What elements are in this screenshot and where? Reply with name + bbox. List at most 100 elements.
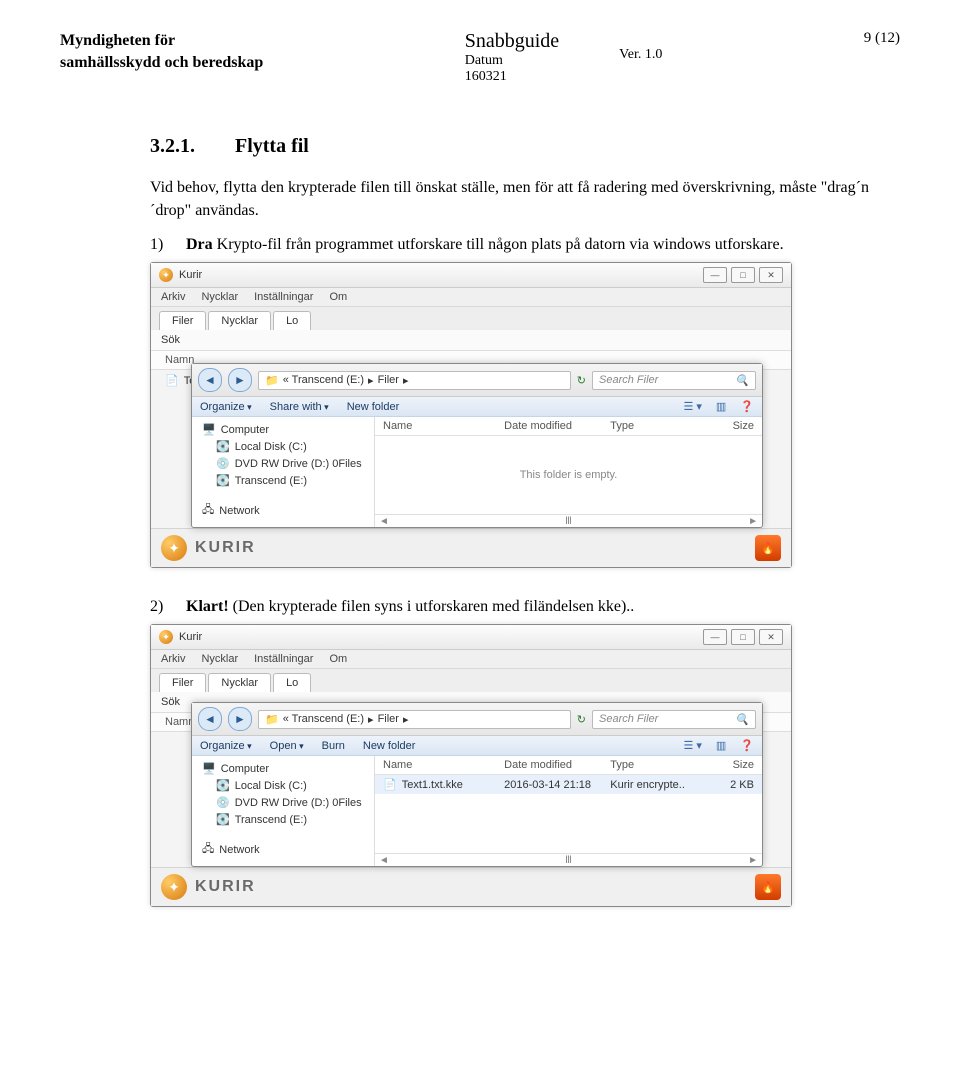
disc-icon: 💿 xyxy=(216,796,230,809)
col-date[interactable]: Date modified xyxy=(496,756,602,774)
col-name[interactable]: Name xyxy=(375,417,496,435)
back-button[interactable]: ◄ xyxy=(198,368,222,392)
kurir-logo-icon: ✦ xyxy=(161,874,187,900)
kurir-title: Kurir xyxy=(179,269,202,281)
drive-icon: 💽 xyxy=(216,474,230,487)
tree-transcend[interactable]: 💽Transcend (E:) xyxy=(198,811,368,828)
minimize-button[interactable]: — xyxy=(703,267,727,283)
forward-button[interactable]: ► xyxy=(228,707,252,731)
menu-om[interactable]: Om xyxy=(329,653,347,665)
screenshot-1: ✦ Kurir — □ ✕ Arkiv Nycklar Inställninga… xyxy=(150,262,792,568)
explorer-window-1: ◄ ► 📁 « Transcend (E:) ▸ Filer ▸ ↻ Searc… xyxy=(191,363,763,528)
col-size[interactable]: Size xyxy=(701,756,762,774)
menu-om[interactable]: Om xyxy=(329,291,347,303)
scrollbar-stub[interactable]: ◄Ⅲ► xyxy=(375,853,762,866)
ver-label: Ver. 1.0 xyxy=(619,47,662,63)
tree-network[interactable]: 🖧Network xyxy=(198,499,368,522)
step-2-number: 2) xyxy=(150,598,172,616)
tab-lo[interactable]: Lo xyxy=(273,311,311,330)
kurir-titlebar: ✦ Kurir — □ ✕ xyxy=(151,263,791,288)
explorer-window-2: ◄ ► 📁 « Transcend (E:) ▸ Filer ▸ ↻ Searc… xyxy=(191,702,763,867)
back-button[interactable]: ◄ xyxy=(198,707,222,731)
col-size[interactable]: Size xyxy=(701,417,762,435)
doc-meta: Snabbguide Datum 160321 Ver. 1.0 xyxy=(465,30,663,85)
kurir-menubar: Arkiv Nycklar Inställningar Om xyxy=(151,288,791,307)
step-1-number: 1) xyxy=(150,236,172,254)
tab-nycklar[interactable]: Nycklar xyxy=(208,311,271,330)
menu-arkiv[interactable]: Arkiv xyxy=(161,653,185,665)
menu-installningar[interactable]: Inställningar xyxy=(254,653,313,665)
search-icon: 🔍 xyxy=(735,713,749,726)
scrollbar-stub[interactable]: ◄Ⅲ► xyxy=(375,514,762,527)
page-header: Myndigheten för samhällsskydd och bereds… xyxy=(60,30,900,85)
toolbar-newfolder[interactable]: New folder xyxy=(347,401,400,413)
tab-nycklar[interactable]: Nycklar xyxy=(208,673,271,692)
datum-value: 160321 xyxy=(465,69,559,85)
view-icon[interactable]: ☰ ▾ xyxy=(683,739,701,752)
toolbar-organize[interactable]: Organize xyxy=(200,740,252,752)
search-input[interactable]: Search Filer 🔍 xyxy=(592,710,756,729)
forward-button[interactable]: ► xyxy=(228,368,252,392)
toolbar-organize[interactable]: Organize xyxy=(200,401,252,413)
help-icon[interactable]: ❓ xyxy=(740,739,754,752)
toolbar-share[interactable]: Share with xyxy=(270,401,329,413)
col-type[interactable]: Type xyxy=(602,417,701,435)
tree-local-disk[interactable]: 💽Local Disk (C:) xyxy=(198,438,368,455)
toolbar-newfolder[interactable]: New folder xyxy=(363,740,416,752)
drive-icon: 💽 xyxy=(216,779,230,792)
menu-nycklar[interactable]: Nycklar xyxy=(201,291,238,303)
tab-filer[interactable]: Filer xyxy=(159,673,206,692)
kurir-logo-text: KURIR xyxy=(195,878,256,896)
tree-local-disk[interactable]: 💽Local Disk (C:) xyxy=(198,777,368,794)
file-icon: 📄 xyxy=(383,778,397,791)
col-name[interactable]: Name xyxy=(375,756,496,774)
computer-icon: 🖥️ xyxy=(202,423,216,436)
toolbar-burn[interactable]: Burn xyxy=(322,740,345,752)
file-icon: 📄 xyxy=(165,374,179,387)
maximize-button[interactable]: □ xyxy=(731,629,755,645)
tab-lo[interactable]: Lo xyxy=(273,673,311,692)
menu-arkiv[interactable]: Arkiv xyxy=(161,291,185,303)
search-icon: 🔍 xyxy=(735,374,749,387)
preview-icon[interactable]: ▥ xyxy=(716,739,726,752)
help-icon[interactable]: ❓ xyxy=(740,400,754,413)
close-button[interactable]: ✕ xyxy=(759,629,783,645)
search-input[interactable]: Search Filer 🔍 xyxy=(592,371,756,390)
col-type[interactable]: Type xyxy=(602,756,701,774)
org-line2: samhällsskydd och beredskap xyxy=(60,52,263,74)
explorer-tree: 🖥️Computer 💽Local Disk (C:) 💿DVD RW Driv… xyxy=(192,756,375,866)
tree-dvd[interactable]: 💿DVD RW Drive (D:) 0Files xyxy=(198,455,368,472)
address-bar[interactable]: 📁 « Transcend (E:) ▸ Filer ▸ xyxy=(258,371,571,390)
toolbar-open[interactable]: Open xyxy=(270,740,304,752)
minimize-button[interactable]: — xyxy=(703,629,727,645)
fire-button[interactable]: 🔥 xyxy=(755,874,781,900)
tab-filer[interactable]: Filer xyxy=(159,311,206,330)
datum-label: Datum xyxy=(465,53,559,69)
file-date: 2016-03-14 21:18 xyxy=(496,776,602,794)
tree-computer[interactable]: 🖥️Computer xyxy=(198,421,368,438)
tree-transcend[interactable]: 💽Transcend (E:) xyxy=(198,472,368,489)
refresh-icon[interactable]: ↻ xyxy=(577,374,586,387)
col-date[interactable]: Date modified xyxy=(496,417,602,435)
menu-installningar[interactable]: Inställningar xyxy=(254,291,313,303)
drive-icon: 💽 xyxy=(216,440,230,453)
close-button[interactable]: ✕ xyxy=(759,267,783,283)
tree-network[interactable]: 🖧Network xyxy=(198,838,368,861)
section-heading: 3.2.1. Flytta fil xyxy=(150,135,900,158)
menu-nycklar[interactable]: Nycklar xyxy=(201,653,238,665)
explorer-tree: 🖥️Computer 💽Local Disk (C:) 💿DVD RW Driv… xyxy=(192,417,375,527)
kurir-tabs: Filer Nycklar Lo xyxy=(151,307,791,330)
maximize-button[interactable]: □ xyxy=(731,267,755,283)
file-size: 2 KB xyxy=(701,776,762,794)
file-type: Kurir encrypte.. xyxy=(602,776,701,794)
fire-button[interactable]: 🔥 xyxy=(755,535,781,561)
tree-dvd[interactable]: 💿DVD RW Drive (D:) 0Files xyxy=(198,794,368,811)
tree-computer[interactable]: 🖥️Computer xyxy=(198,760,368,777)
file-row[interactable]: 📄 Text1.txt.kke 2016-03-14 21:18 Kurir e… xyxy=(375,775,762,794)
preview-icon[interactable]: ▥ xyxy=(716,400,726,413)
folder-icon: 📁 xyxy=(265,374,279,387)
address-bar[interactable]: 📁 « Transcend (E:) ▸ Filer ▸ xyxy=(258,710,571,729)
refresh-icon[interactable]: ↻ xyxy=(577,713,586,726)
step-1-text: Dra Krypto-fil från programmet utforskar… xyxy=(186,236,784,254)
view-icon[interactable]: ☰ ▾ xyxy=(683,400,701,413)
